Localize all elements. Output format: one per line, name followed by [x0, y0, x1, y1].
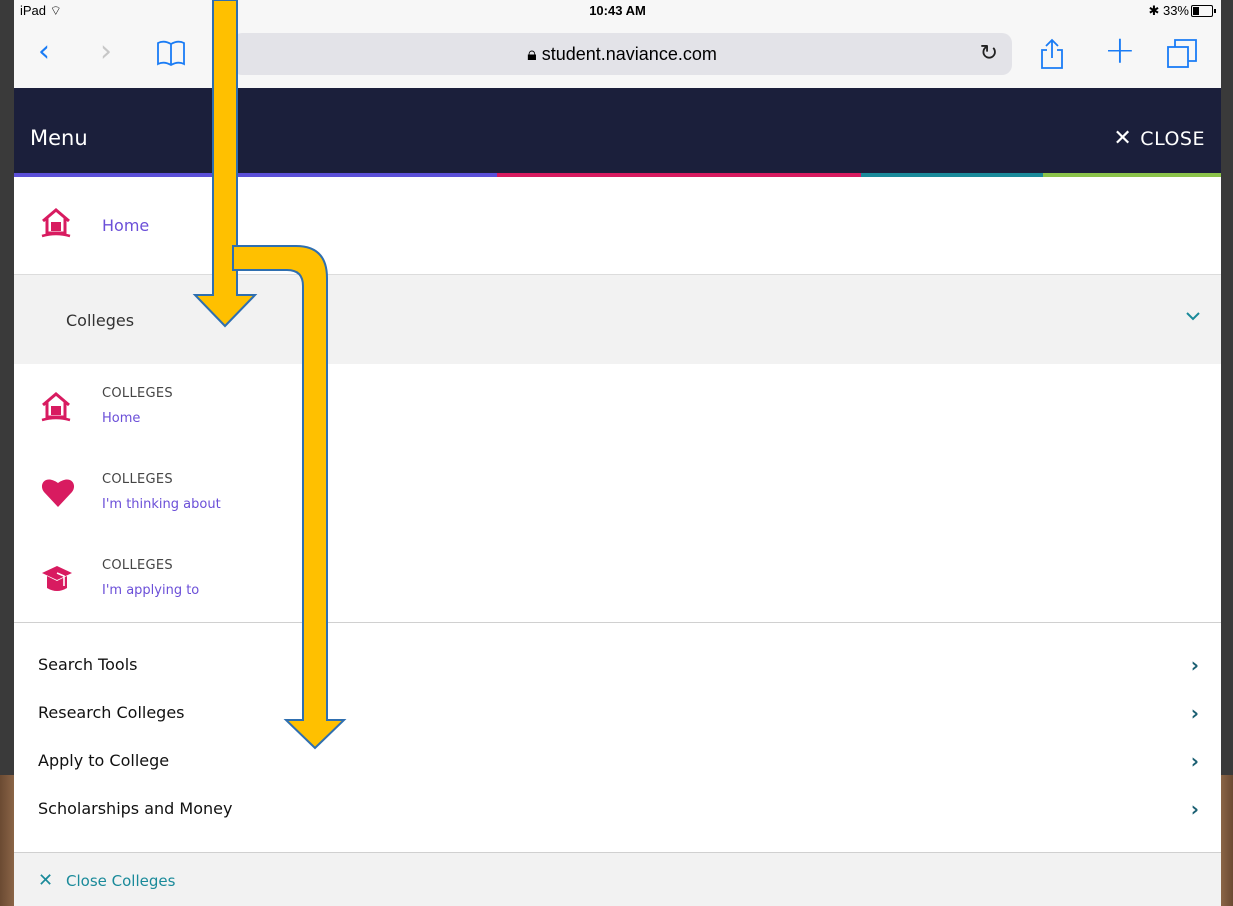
chevron-right-icon: › — [1190, 749, 1199, 773]
sub-item-kicker: COLLEGES — [102, 558, 173, 573]
close-menu-button[interactable]: ✕ CLOSE — [1113, 126, 1205, 151]
close-icon: ✕ — [1113, 126, 1133, 151]
slide-frame-right — [1221, 0, 1233, 906]
ipad-screen: iPad ︎⌔ 10:43 AM ✱ 33% ‹ › 🔒︎ student.na… — [14, 0, 1221, 906]
slide-frame-left — [0, 0, 14, 906]
chevron-right-icon: › — [1190, 701, 1199, 725]
bluetooth-icon: ✱ — [1148, 3, 1160, 18]
sub-item-colleges-home[interactable]: COLLEGES Home — [14, 364, 1221, 451]
safari-toolbar: ‹ › 🔒︎ student.naviance.com ↻ + — [14, 22, 1221, 89]
nav-section-colleges[interactable]: Colleges — [14, 275, 1221, 364]
forward-button[interactable]: › — [100, 34, 112, 69]
chevron-right-icon: › — [1190, 653, 1199, 677]
back-button[interactable]: ‹ — [38, 34, 50, 69]
sub-item-name: Home — [102, 411, 141, 426]
reload-icon[interactable]: ↻ — [980, 41, 998, 66]
battery-icon — [1191, 5, 1216, 17]
nav-item-home-label: Home — [102, 216, 150, 235]
menu-header: Menu ✕ CLOSE — [14, 88, 1221, 173]
battery-text: ✱ 33% — [1148, 3, 1189, 18]
link-label: Apply to College — [38, 751, 170, 770]
lock-icon: 🔒︎ — [527, 44, 537, 64]
heart-icon — [41, 479, 75, 507]
link-label: Scholarships and Money — [38, 799, 233, 818]
graduation-cap-icon — [42, 566, 72, 591]
wood-background-right — [1221, 775, 1233, 906]
chevron-down-icon — [1186, 312, 1200, 321]
link-label: Research Colleges — [38, 703, 185, 722]
sub-item-kicker: COLLEGES — [102, 472, 173, 487]
clock: 10:43 AM — [589, 3, 646, 18]
chevron-right-icon: › — [1190, 797, 1199, 821]
house-icon — [41, 208, 71, 238]
sub-item-kicker: COLLEGES — [102, 386, 173, 401]
wood-background-left — [0, 775, 14, 906]
status-bar: iPad ︎⌔ 10:43 AM ✱ 33% — [14, 0, 1221, 22]
link-scholarships-money[interactable]: Scholarships and Money › — [14, 789, 1221, 829]
link-search-tools[interactable]: Search Tools › — [14, 645, 1221, 685]
share-icon[interactable] — [1039, 38, 1065, 70]
address-bar[interactable]: 🔒︎ student.naviance.com ↻ — [232, 33, 1012, 75]
sub-item-thinking-about[interactable]: COLLEGES I'm thinking about — [14, 450, 1221, 537]
close-icon: ✕ — [38, 870, 54, 891]
menu-title: Menu — [30, 126, 88, 150]
nav-item-home[interactable]: Home — [14, 177, 1221, 275]
tabs-icon[interactable] — [1166, 38, 1198, 70]
link-apply-to-college[interactable]: Apply to College › — [14, 741, 1221, 781]
sub-item-name: I'm thinking about — [102, 497, 221, 512]
sub-item-applying-to[interactable]: COLLEGES I'm applying to — [14, 536, 1221, 623]
bookmarks-icon[interactable] — [156, 40, 186, 66]
url-text: student.naviance.com — [541, 44, 717, 64]
section-label: Colleges — [66, 311, 135, 330]
close-colleges-label: Close Colleges — [66, 872, 176, 890]
sub-item-name: I'm applying to — [102, 583, 200, 598]
house-icon — [41, 392, 71, 422]
links-list: Search Tools › Research Colleges › Apply… — [14, 622, 1221, 853]
link-label: Search Tools — [38, 655, 138, 674]
link-research-colleges[interactable]: Research Colleges › — [14, 693, 1221, 733]
new-tab-icon[interactable]: + — [1104, 28, 1136, 72]
close-colleges-button[interactable]: ✕ Close Colleges — [14, 852, 1221, 906]
